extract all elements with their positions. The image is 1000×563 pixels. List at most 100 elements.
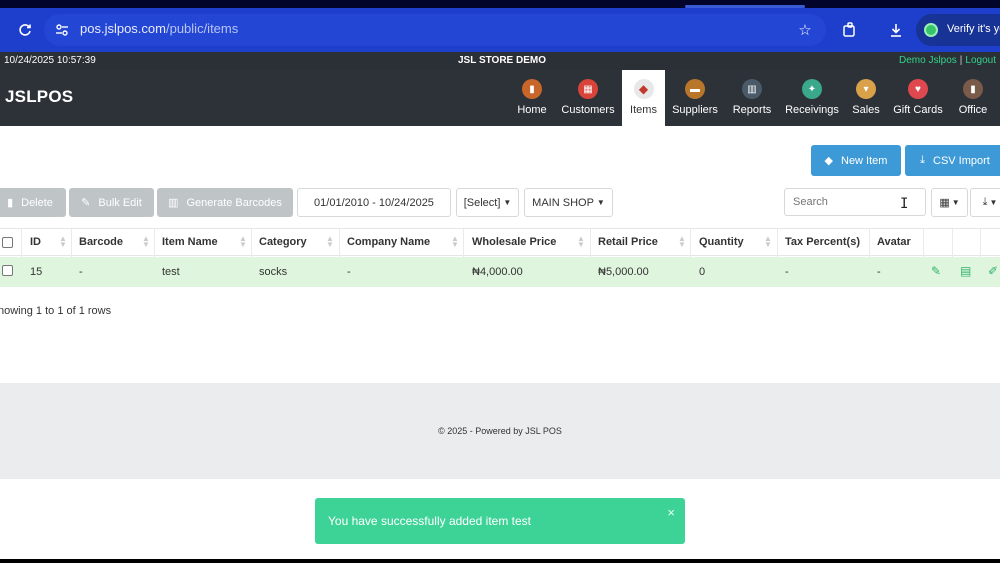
suppliers-icon: ▬ — [685, 79, 705, 99]
csv-import-button[interactable]: ⤓ CSV Import — [905, 145, 1000, 176]
barcode-icon: ▥ — [168, 197, 179, 209]
cell-id: 15 — [30, 266, 43, 278]
download-icon[interactable] — [884, 18, 908, 42]
sort-icon: ▲ ▼ — [239, 234, 247, 249]
sort-icon: ▲ ▼ — [59, 234, 67, 249]
cell-wholesale-price: ₦4,000.00 — [472, 266, 523, 278]
edit-icon[interactable]: ✐ — [988, 264, 998, 278]
nav-item-label: Customers — [561, 104, 615, 116]
select-all-checkbox[interactable] — [2, 237, 13, 248]
table-row[interactable]: 15 - test socks - ₦4,000.00 ₦5,000.00 0 … — [0, 257, 1000, 287]
column-header-id[interactable]: ID — [30, 236, 41, 248]
cell-avatar: - — [877, 266, 881, 278]
current-datetime: 10/24/2025 10:57:39 — [4, 55, 96, 66]
sort-icon: ▲ ▼ — [577, 234, 585, 249]
column-divider — [869, 229, 870, 257]
column-header-category[interactable]: Category — [259, 236, 307, 248]
nav-item-items[interactable]: ◆ Items — [622, 70, 665, 126]
app-frame: pos.jslpos.com/public/items ☆ Verify it'… — [0, 0, 1000, 563]
brand-logo[interactable]: JSLPOS — [5, 87, 73, 107]
delete-label: Delete — [21, 196, 53, 209]
main-navbar: JSLPOS ▮ Home ▦ Customers ◆ Items ▬ Supp… — [0, 70, 1000, 126]
nav-item-label: Items — [630, 104, 657, 116]
column-header-item-name[interactable]: Item Name — [162, 236, 218, 248]
import-icon: ⤓ — [920, 154, 925, 166]
column-divider — [777, 229, 778, 257]
trash-icon: ▮ — [7, 197, 14, 209]
extensions-icon[interactable] — [838, 18, 862, 42]
user-links: Demo Jslpos | Logout — [899, 55, 996, 66]
inventory-icon[interactable]: ▤ — [960, 264, 971, 278]
cell-item-name: test — [162, 266, 180, 278]
footer-copyright: © 2025 - Powered by JSL POS — [438, 426, 562, 436]
nav-item-label: Office — [958, 104, 988, 116]
new-item-button[interactable]: ◆ New Item — [811, 145, 901, 176]
nav-item-suppliers[interactable]: ▬ Suppliers — [670, 70, 720, 126]
delete-button[interactable]: ▮ Delete — [0, 188, 66, 217]
logout-link[interactable]: Logout — [965, 55, 996, 66]
site-settings-icon[interactable] — [50, 18, 74, 42]
sort-icon: ▲ ▼ — [678, 234, 686, 249]
edit-icon: ✎ — [81, 197, 91, 209]
cell-company-name: - — [347, 266, 351, 278]
column-header-barcode[interactable]: Barcode — [79, 236, 123, 248]
url-host: pos.jslpos.com — [80, 21, 166, 36]
generate-barcodes-label: Generate Barcodes — [186, 196, 282, 209]
screen-bottom-edge — [0, 559, 1000, 563]
column-divider — [71, 229, 72, 257]
grid-icon: ▦ — [939, 197, 950, 209]
column-header-company-name[interactable]: Company Name — [347, 236, 430, 248]
export-button[interactable]: ⤓ ▼ — [970, 188, 1000, 217]
pin-icon[interactable]: ✎ — [931, 264, 941, 278]
column-divider — [463, 229, 464, 257]
bulk-edit-label: Bulk Edit — [98, 196, 142, 209]
nav-item-receivings[interactable]: ✦ Receivings — [784, 70, 840, 126]
column-header-wholesale-price[interactable]: Wholesale Price — [472, 236, 556, 248]
bookmark-star-icon[interactable]: ☆ — [793, 18, 817, 42]
nav-item-home[interactable]: ▮ Home — [514, 70, 550, 126]
reload-icon[interactable] — [13, 18, 37, 42]
search-input[interactable] — [793, 189, 903, 215]
nav-item-gift-cards[interactable]: ♥ Gift Cards — [891, 70, 945, 126]
date-range-picker[interactable]: 01/01/2010 - 10/24/2025 — [297, 188, 451, 217]
export-icon: ⤓ — [982, 196, 988, 208]
column-divider — [339, 229, 340, 257]
columns-toggle-button[interactable]: ▦ ▼ — [931, 188, 968, 217]
filter-select-value: [Select] — [463, 196, 501, 209]
store-name: JSL STORE DEMO — [458, 55, 546, 66]
verify-profile-button[interactable]: Verify it's yo — [916, 14, 1000, 46]
tag-icon: ◆ — [633, 79, 654, 99]
sort-icon: ▲ ▼ — [451, 234, 459, 249]
location-select[interactable]: MAIN SHOP ▼ — [524, 188, 613, 217]
user-name-link[interactable]: Demo Jslpos — [899, 55, 957, 66]
user-links-separator: | — [959, 55, 963, 66]
row-checkbox[interactable] — [2, 265, 13, 276]
nav-item-sales[interactable]: ▾ Sales — [849, 70, 883, 126]
caret-down-icon: ▼ — [503, 198, 512, 207]
column-header-tax-percents[interactable]: Tax Percent(s) — [785, 236, 860, 248]
filter-select[interactable]: [Select] ▼ — [456, 188, 519, 217]
column-divider — [21, 229, 22, 257]
nav-item-reports[interactable]: ▥ Reports — [730, 70, 774, 126]
column-header-retail-price[interactable]: Retail Price — [598, 236, 658, 248]
url-text[interactable]: pos.jslpos.com/public/items — [80, 21, 238, 36]
receivings-icon: ✦ — [802, 79, 822, 99]
customers-icon: ▦ — [578, 79, 598, 99]
close-icon[interactable]: × — [667, 505, 675, 520]
column-header-quantity[interactable]: Quantity — [699, 236, 744, 248]
column-header-avatar[interactable]: Avatar — [877, 236, 911, 248]
cell-barcode: - — [79, 266, 83, 278]
nav-item-office[interactable]: ▮ Office — [955, 70, 991, 126]
bulk-edit-button[interactable]: ✎ Bulk Edit — [69, 188, 154, 217]
nav-item-customers[interactable]: ▦ Customers — [560, 70, 616, 126]
page-footer: © 2025 - Powered by JSL POS — [0, 383, 1000, 479]
column-divider — [154, 229, 155, 257]
generate-barcodes-button[interactable]: ▥ Generate Barcodes — [157, 188, 293, 217]
caret-down-icon: ▼ — [951, 198, 960, 207]
column-divider — [952, 229, 953, 257]
office-icon: ▮ — [963, 79, 983, 99]
column-divider — [251, 229, 252, 257]
nav-item-label: Home — [517, 104, 547, 116]
table-header: ID ▲ ▼ Barcode ▲ ▼ Item Name ▲ ▼ Category ▲… — [0, 228, 1000, 257]
caret-down-icon: ▼ — [989, 198, 998, 207]
